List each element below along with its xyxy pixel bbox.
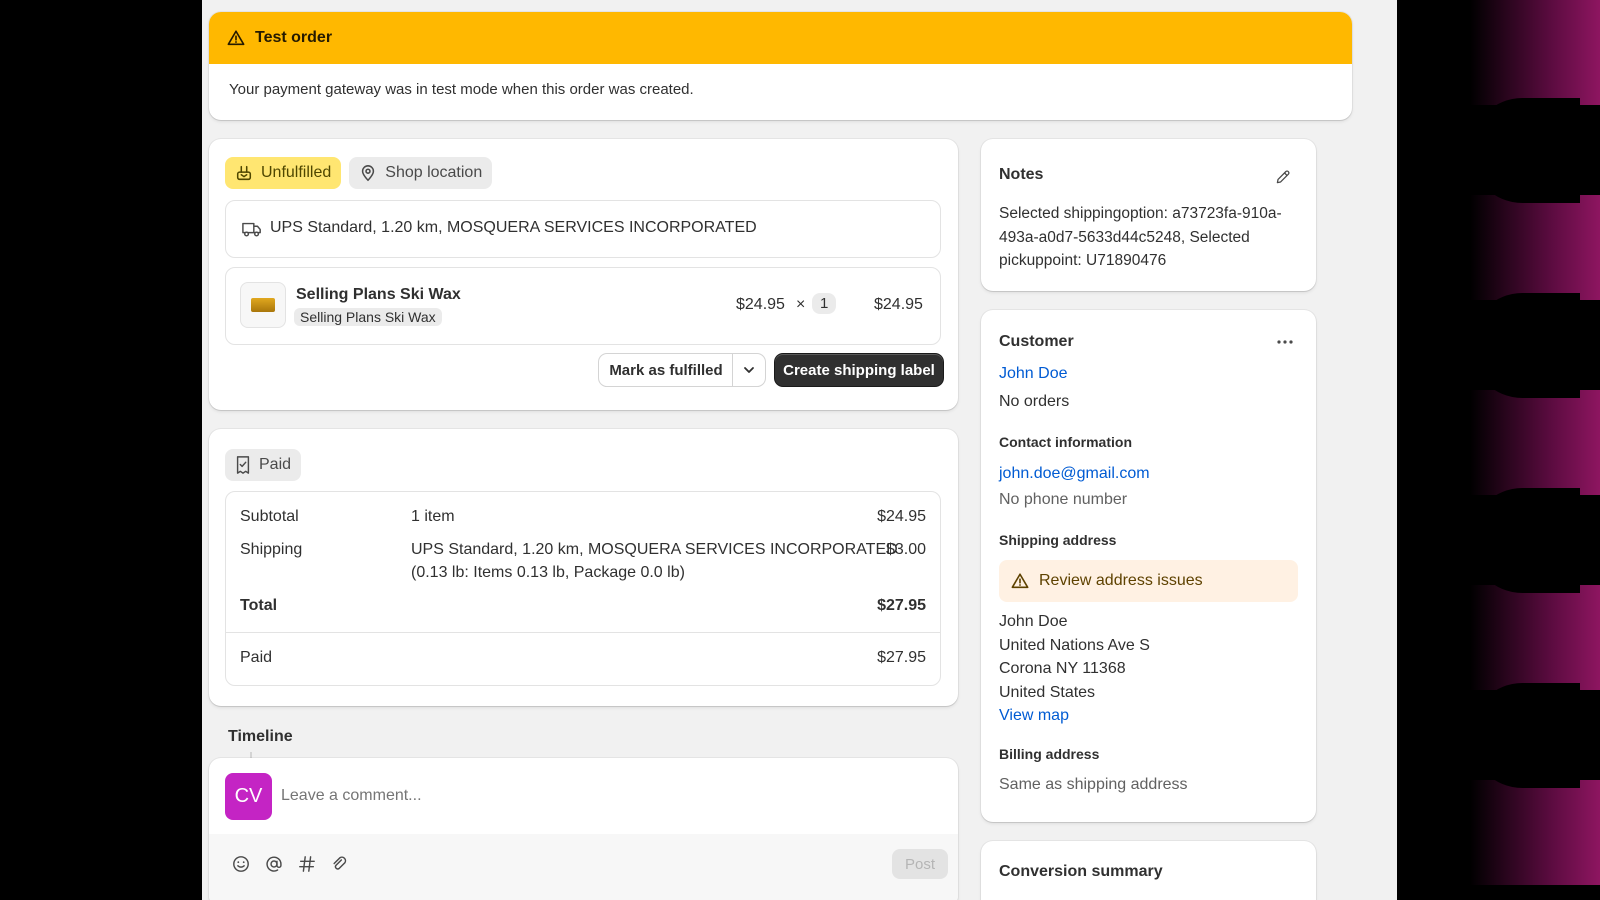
line-total: $24.95 bbox=[874, 296, 923, 313]
paid-label: Paid bbox=[240, 649, 273, 666]
truck-icon bbox=[242, 222, 261, 237]
phone-text: No phone number bbox=[999, 491, 1128, 508]
shipping-address-block: John Doe United Nations Ave S Corona NY … bbox=[999, 610, 1150, 728]
fulfillment-status-label: Unfulfilled bbox=[261, 164, 332, 181]
post-button[interactable]: Post bbox=[892, 849, 948, 879]
customer-title: Customer bbox=[999, 333, 1074, 350]
conversion-summary-card: Conversion summary bbox=[981, 841, 1316, 900]
subtotal-desc: 1 item bbox=[411, 508, 455, 525]
shipping-amount: $3.00 bbox=[885, 541, 926, 558]
paid-amount: $27.95 bbox=[877, 649, 926, 666]
customer-orders: No orders bbox=[999, 393, 1070, 410]
more-options-icon[interactable] bbox=[1271, 330, 1299, 354]
mention-icon[interactable] bbox=[262, 852, 286, 876]
attachment-icon[interactable] bbox=[328, 852, 352, 876]
address-line: United States bbox=[999, 683, 1096, 701]
subtotal-amount: $24.95 bbox=[877, 508, 926, 525]
fulfillment-card: Unfulfilled Shop location UPS Standard, … bbox=[209, 139, 958, 410]
avatar: CV bbox=[225, 773, 272, 820]
order-page: Test order Your payment gateway was in t… bbox=[202, 0, 1397, 900]
address-line: Corona NY 11368 bbox=[999, 660, 1126, 677]
notes-card: Notes Selected shippingoption: a73723fa-… bbox=[981, 139, 1316, 291]
shipping-address-title: Shipping address bbox=[999, 532, 1117, 548]
shipping-label: Shipping bbox=[240, 541, 303, 558]
address-warning-text: Review address issues bbox=[1039, 572, 1203, 589]
divider bbox=[226, 632, 940, 633]
comment-box: CV Post bbox=[209, 758, 958, 900]
payment-status-label: Paid bbox=[259, 456, 292, 473]
warning-icon bbox=[227, 30, 245, 46]
notes-title: Notes bbox=[999, 166, 1044, 183]
edit-pencil-icon[interactable] bbox=[1271, 165, 1295, 189]
conversion-summary-title: Conversion summary bbox=[999, 863, 1163, 880]
ski-wax-image bbox=[251, 298, 275, 312]
line-item: Selling Plans Ski Wax Selling Plans Ski … bbox=[225, 267, 941, 345]
view-map-link[interactable]: View map bbox=[999, 704, 1150, 728]
billing-address-text: Same as shipping address bbox=[999, 776, 1188, 793]
banner-header: Test order bbox=[209, 12, 1352, 64]
product-name[interactable]: Selling Plans Ski Wax bbox=[296, 286, 461, 304]
total-label: Total bbox=[240, 597, 278, 614]
create-shipping-label-button[interactable]: Create shipping label bbox=[775, 354, 943, 386]
contact-title: Contact information bbox=[999, 434, 1132, 450]
paid-badge: Paid bbox=[225, 449, 302, 481]
location-badge: Shop location bbox=[349, 157, 493, 189]
quantity-badge: 1 bbox=[812, 293, 837, 314]
fulfill-options-dropdown[interactable] bbox=[733, 354, 765, 386]
shipping-weight: (0.13 lb: Items 0.13 lb, Package 0.0 lb) bbox=[411, 564, 685, 581]
hashtag-icon[interactable] bbox=[295, 852, 319, 876]
timeline-title: Timeline bbox=[228, 728, 293, 745]
location-pin-icon bbox=[362, 165, 375, 182]
total-amount: $27.95 bbox=[877, 597, 926, 614]
shipping-method-box: UPS Standard, 1.20 km, MOSQUERA SERVICES… bbox=[225, 200, 941, 258]
mark-as-fulfilled-button[interactable]: Mark as fulfilled bbox=[599, 354, 733, 386]
comment-input[interactable] bbox=[281, 780, 921, 812]
unfulfilled-icon bbox=[236, 165, 252, 181]
product-thumbnail[interactable] bbox=[240, 282, 286, 328]
shipping-desc: UPS Standard, 1.20 km, MOSQUERA SERVICES… bbox=[411, 541, 898, 558]
address-warning-banner[interactable]: Review address issues bbox=[999, 560, 1298, 602]
warning-icon bbox=[1011, 573, 1029, 589]
billing-address-title: Billing address bbox=[999, 746, 1100, 762]
email-link[interactable]: john.doe@gmail.com bbox=[999, 465, 1150, 483]
customer-card: Customer John Doe No orders Contact info… bbox=[981, 310, 1316, 822]
test-order-banner: Test order Your payment gateway was in t… bbox=[209, 12, 1352, 120]
unit-price: $24.95 bbox=[736, 296, 785, 313]
customer-name-link[interactable]: John Doe bbox=[999, 365, 1068, 383]
chevron-down-icon bbox=[744, 367, 754, 373]
unfulfilled-badge: Unfulfilled bbox=[225, 157, 342, 189]
shipping-method-text: UPS Standard, 1.20 km, MOSQUERA SERVICES… bbox=[270, 219, 757, 236]
subtotal-label: Subtotal bbox=[240, 508, 299, 525]
location-label: Shop location bbox=[385, 164, 483, 181]
address-line: John Doe bbox=[999, 613, 1068, 630]
address-line: United Nations Ave S bbox=[999, 636, 1150, 654]
payment-card: Paid Subtotal 1 item $24.95 Shipping UPS… bbox=[209, 429, 958, 706]
banner-title: Test order bbox=[255, 29, 333, 46]
comment-toolbar: Post bbox=[209, 834, 958, 900]
banner-message: Your payment gateway was in test mode wh… bbox=[229, 81, 694, 98]
variant-badge: Selling Plans Ski Wax bbox=[294, 308, 442, 326]
times-symbol: × bbox=[796, 296, 806, 313]
receipt-check-icon bbox=[236, 456, 250, 474]
payment-summary: Subtotal 1 item $24.95 Shipping UPS Stan… bbox=[225, 491, 941, 686]
notes-text: Selected shippingoption: a73723fa-910a-4… bbox=[999, 205, 1282, 269]
emoji-icon[interactable] bbox=[229, 852, 253, 876]
